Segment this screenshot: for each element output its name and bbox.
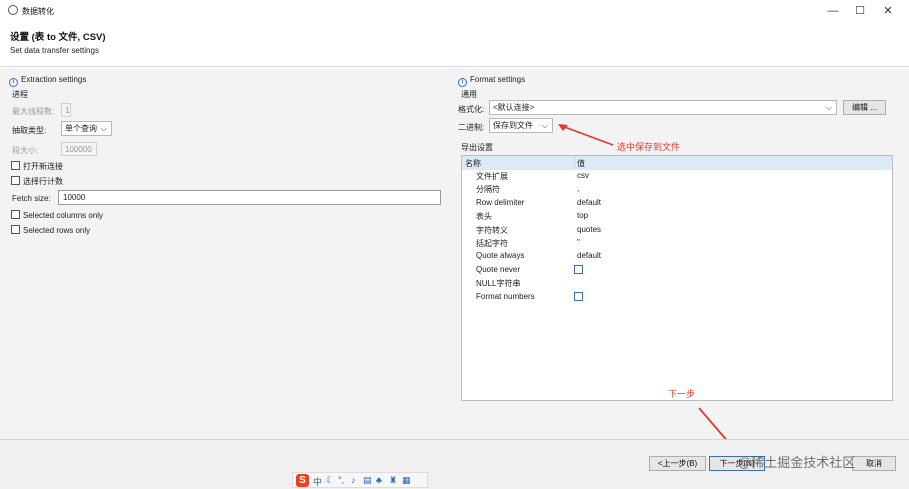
table-row[interactable]: 字符转义 quotes xyxy=(462,225,892,238)
table-row[interactable]: 括起字符 " xyxy=(462,238,892,251)
property-name: Quote always xyxy=(476,251,525,261)
table-row[interactable]: Quote always default xyxy=(462,251,892,264)
max-threads-field[interactable]: 1 xyxy=(61,103,71,117)
microphone-icon[interactable]: ♪ xyxy=(351,475,356,485)
table-row[interactable]: 分隔符, xyxy=(462,184,892,197)
property-checkbox[interactable] xyxy=(574,291,583,301)
binary-label: 二进制: xyxy=(458,123,485,132)
moon-icon[interactable]: ☾ xyxy=(326,475,334,486)
back-button[interactable]: <上一步(B) xyxy=(649,456,706,471)
page-title: 设置 (表 to 文件, CSV) xyxy=(10,32,106,43)
chevron-down-icon: ⌵ xyxy=(541,121,548,130)
watermark: @稀土掘金技术社区 xyxy=(738,455,856,470)
column-divider xyxy=(574,156,575,170)
extract-type-value: 单个查询 xyxy=(65,124,97,133)
wizard-header xyxy=(0,22,909,67)
fetch-size-input[interactable]: 10000 xyxy=(58,190,441,205)
property-name: 分隔符 xyxy=(476,185,500,195)
property-name: Format numbers xyxy=(476,291,535,301)
keyboard-icon[interactable]: ▤ xyxy=(363,475,372,486)
property-name: 括起字符 xyxy=(476,239,508,248)
binary-value: 保存到文件 xyxy=(493,121,533,130)
segment-size-label: 段大小: xyxy=(12,146,39,155)
max-threads-label: 最大线程数: xyxy=(12,107,55,116)
chevron-down-icon: ⌵ xyxy=(825,103,832,112)
table-row[interactable]: Row delimiter default xyxy=(462,198,892,211)
selected-columns-only-option[interactable]: Selected columns only xyxy=(11,210,103,220)
maximize-button[interactable]: ☐ xyxy=(853,4,867,18)
punctuation-icon[interactable]: °, xyxy=(338,475,344,485)
property-value[interactable]: csv xyxy=(577,171,589,180)
info-icon: i xyxy=(458,78,467,87)
property-name: Row delimiter xyxy=(476,197,525,207)
open-new-connection-checkbox[interactable] xyxy=(11,161,20,170)
formatter-label: 格式化: xyxy=(458,105,485,114)
ime-logo-icon: S xyxy=(296,474,309,487)
toolbox-icon[interactable]: ▦ xyxy=(402,475,411,486)
selected-rows-only-checkbox[interactable] xyxy=(11,225,20,234)
title-bar xyxy=(0,0,909,22)
property-checkbox[interactable] xyxy=(574,264,583,274)
extract-type-label: 抽取类型: xyxy=(12,126,47,135)
select-row-count-option[interactable]: 选择行计数 xyxy=(11,176,63,187)
table-row[interactable]: 表头 top xyxy=(462,211,892,224)
close-button[interactable]: ✕ xyxy=(881,4,895,18)
property-name: 表头 xyxy=(476,212,492,222)
property-name: 文件扩展 xyxy=(476,172,508,181)
formatter-value: <默认连接> xyxy=(493,103,535,112)
annotation-next-note: 下一步 xyxy=(668,389,696,399)
minimize-button[interactable]: — xyxy=(826,4,840,18)
table-header-row xyxy=(462,156,892,170)
selected-rows-only-option[interactable]: Selected rows only xyxy=(11,225,90,235)
table-row[interactable]: 文件扩展 csv xyxy=(462,171,892,184)
ime-toolbar: S 中 ☾ °, ♪ ▤ ♣ ♜ ▦ xyxy=(292,472,428,488)
export-settings-label: 导出设置 xyxy=(461,143,493,152)
table-row[interactable]: NULL字符串 xyxy=(462,278,892,291)
group-general: 通用 xyxy=(461,90,477,99)
cancel-button[interactable]: 取消 xyxy=(852,456,896,471)
property-value[interactable]: quotes xyxy=(577,225,601,234)
tshirt-icon[interactable]: ♜ xyxy=(389,475,397,486)
property-value[interactable]: default xyxy=(577,251,601,260)
extraction-settings-label: Extraction settings xyxy=(21,75,87,84)
formatter-select[interactable]: <默认连接> ⌵ xyxy=(489,100,837,115)
chevron-down-icon: ⌵ xyxy=(100,124,107,133)
edit-formatter-button[interactable]: 编辑 ... xyxy=(843,100,886,115)
property-name: NULL字符串 xyxy=(476,279,521,289)
property-name: 字符转义 xyxy=(476,225,508,235)
info-icon: i xyxy=(9,78,18,87)
ime-mode-icon[interactable]: 中 xyxy=(313,475,322,488)
arrow-annotation-binary xyxy=(558,124,614,146)
extraction-settings-title: i Extraction settings xyxy=(9,75,86,87)
page-description: Set data transfer settings xyxy=(10,46,99,55)
table-row[interactable]: Quote never xyxy=(462,264,892,278)
open-new-connection-label: 打开新连接 xyxy=(23,162,63,171)
extract-type-select[interactable]: 单个查询 ⌵ xyxy=(61,121,112,136)
annotation-binary-note: 选中保存到文件 xyxy=(617,142,681,152)
property-value[interactable]: top xyxy=(577,211,588,220)
selected-columns-only-checkbox[interactable] xyxy=(11,210,20,219)
app-icon xyxy=(8,5,18,15)
property-name: Quote never xyxy=(476,264,521,274)
select-row-count-label: 选择行计数 xyxy=(23,177,63,186)
segment-size-field[interactable]: 100000 xyxy=(61,142,97,156)
property-value[interactable]: , xyxy=(577,184,579,193)
fetch-size-label: Fetch size: xyxy=(12,194,51,203)
select-row-count-checkbox[interactable] xyxy=(11,176,20,185)
skin-icon[interactable]: ♣ xyxy=(376,475,382,485)
selected-columns-only-label: Selected columns only xyxy=(23,211,104,220)
column-header-value: 值 xyxy=(577,159,585,168)
format-settings-title: i Format settings xyxy=(458,75,525,87)
property-value[interactable]: " xyxy=(577,238,580,247)
open-new-connection-option[interactable]: 打开新连接 xyxy=(11,161,63,172)
window-title: 数据转化 xyxy=(22,7,54,16)
group-process: 进程 xyxy=(12,90,28,99)
format-settings-label: Format settings xyxy=(470,75,526,84)
table-row[interactable]: Format numbers xyxy=(462,291,892,305)
property-value[interactable]: default xyxy=(577,198,601,207)
binary-select[interactable]: 保存到文件 ⌵ xyxy=(489,118,553,133)
column-header-name: 名称 xyxy=(465,159,481,168)
selected-rows-only-label: Selected rows only xyxy=(23,226,91,235)
